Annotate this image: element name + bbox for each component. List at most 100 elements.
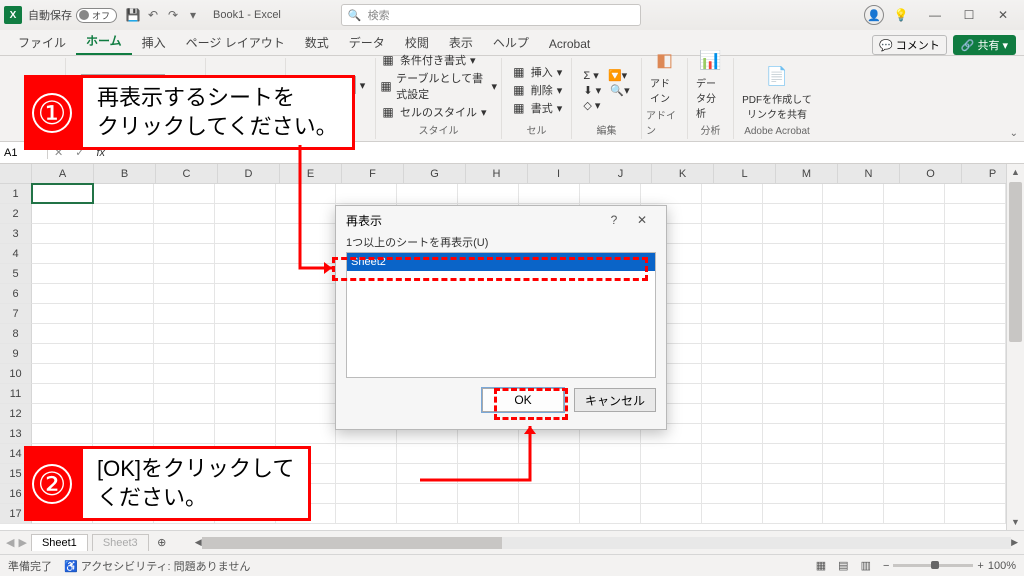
autosum-button[interactable]: Σ ▾ 🔽▾	[583, 69, 629, 82]
cell[interactable]	[154, 264, 215, 283]
cell[interactable]	[702, 244, 763, 263]
cell[interactable]	[945, 404, 1006, 423]
maximize-button[interactable]: ☐	[952, 8, 986, 22]
cell[interactable]	[154, 324, 215, 343]
cond-format-button[interactable]: ▦条件付き書式▾	[380, 52, 497, 68]
cell[interactable]	[93, 304, 154, 323]
tab-formulas[interactable]: 数式	[295, 30, 339, 55]
cell[interactable]	[154, 224, 215, 243]
zoom-level[interactable]: 100%	[988, 560, 1016, 572]
cell[interactable]	[641, 444, 702, 463]
column-header[interactable]: L	[714, 164, 776, 184]
column-header[interactable]: C	[156, 164, 218, 184]
cell[interactable]	[702, 224, 763, 243]
cell[interactable]	[154, 284, 215, 303]
cell[interactable]	[823, 224, 884, 243]
cell[interactable]	[823, 324, 884, 343]
cell[interactable]	[702, 324, 763, 343]
cell[interactable]	[702, 404, 763, 423]
cell[interactable]	[93, 344, 154, 363]
column-header[interactable]: E	[280, 164, 342, 184]
cell[interactable]	[397, 444, 458, 463]
delete-cells-button[interactable]: ▦削除▾	[511, 82, 563, 98]
cell[interactable]	[823, 404, 884, 423]
cell[interactable]	[458, 184, 519, 203]
cell[interactable]	[93, 184, 154, 203]
cell[interactable]	[276, 284, 337, 303]
cell[interactable]	[336, 184, 397, 203]
qat-customize-icon[interactable]: ▾	[183, 8, 203, 22]
cell[interactable]	[93, 364, 154, 383]
cell[interactable]	[945, 184, 1006, 203]
cell[interactable]	[580, 444, 641, 463]
column-header[interactable]: O	[900, 164, 962, 184]
cell[interactable]	[32, 184, 93, 203]
column-header[interactable]: G	[404, 164, 466, 184]
cell[interactable]	[397, 464, 458, 483]
row-header[interactable]: 10	[0, 364, 32, 384]
undo-icon[interactable]: ↶	[143, 8, 163, 22]
column-header[interactable]: I	[528, 164, 590, 184]
column-header[interactable]: A	[32, 164, 94, 184]
cell[interactable]	[580, 484, 641, 503]
cell[interactable]	[884, 364, 945, 383]
cell[interactable]	[702, 464, 763, 483]
comments-button[interactable]: 💬コメント	[872, 35, 947, 55]
cell[interactable]	[458, 444, 519, 463]
sheet-tab-sheet1[interactable]: Sheet1	[31, 534, 88, 551]
cell[interactable]	[763, 344, 824, 363]
zoom-slider[interactable]: − + 100%	[883, 560, 1016, 572]
ribbon-collapse-icon[interactable]: ⌄	[1010, 128, 1018, 139]
cell[interactable]	[763, 284, 824, 303]
scroll-down-icon[interactable]: ▼	[1007, 514, 1024, 530]
cell[interactable]	[93, 224, 154, 243]
cell[interactable]	[336, 484, 397, 503]
cell[interactable]	[397, 484, 458, 503]
cell[interactable]	[823, 384, 884, 403]
column-header[interactable]: F	[342, 164, 404, 184]
row-header[interactable]: 8	[0, 324, 32, 344]
cell[interactable]	[458, 464, 519, 483]
cell[interactable]	[32, 344, 93, 363]
row-header[interactable]: 4	[0, 244, 32, 264]
select-all-corner[interactable]	[0, 164, 32, 184]
cell[interactable]	[823, 304, 884, 323]
cell[interactable]	[154, 424, 215, 443]
help-icon[interactable]: 💡	[884, 8, 918, 22]
column-header[interactable]: N	[838, 164, 900, 184]
dialog-list-item-selected[interactable]: Sheet2	[347, 253, 655, 271]
cell[interactable]	[32, 264, 93, 283]
cell[interactable]	[945, 464, 1006, 483]
cell[interactable]	[945, 424, 1006, 443]
cell[interactable]	[519, 504, 580, 523]
cell[interactable]	[702, 284, 763, 303]
row-header[interactable]: 12	[0, 404, 32, 424]
dialog-close-icon[interactable]: ✕	[628, 213, 656, 227]
cell[interactable]	[823, 484, 884, 503]
cell[interactable]	[945, 264, 1006, 283]
cell[interactable]	[276, 364, 337, 383]
cell[interactable]	[215, 204, 276, 223]
cell[interactable]	[397, 184, 458, 203]
cell[interactable]	[945, 324, 1006, 343]
row-header[interactable]: 2	[0, 204, 32, 224]
cell[interactable]	[215, 184, 276, 203]
cell[interactable]	[215, 344, 276, 363]
cell[interactable]	[702, 204, 763, 223]
tab-insert[interactable]: 挿入	[132, 30, 176, 55]
view-normal-icon[interactable]: ▦	[816, 559, 826, 572]
cell[interactable]	[884, 304, 945, 323]
cell[interactable]	[93, 384, 154, 403]
cell[interactable]	[884, 484, 945, 503]
cell[interactable]	[215, 284, 276, 303]
cell[interactable]	[884, 444, 945, 463]
cell[interactable]	[215, 304, 276, 323]
tab-acrobat[interactable]: Acrobat	[539, 33, 600, 55]
minimize-button[interactable]: —	[918, 8, 952, 22]
cell[interactable]	[823, 344, 884, 363]
cell[interactable]	[884, 284, 945, 303]
cell[interactable]	[93, 244, 154, 263]
cell[interactable]	[945, 444, 1006, 463]
cancel-button[interactable]: キャンセル	[574, 388, 656, 412]
cell[interactable]	[823, 504, 884, 523]
